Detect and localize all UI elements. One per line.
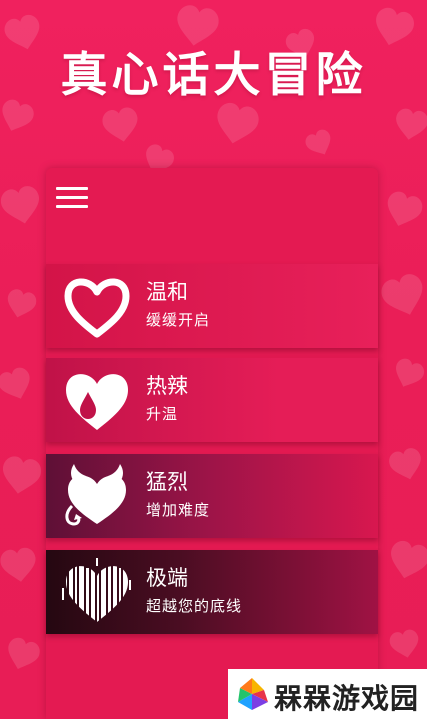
level-name: 热辣 — [146, 374, 188, 398]
level-item-fierce[interactable]: 猛烈 增加难度 — [46, 454, 378, 538]
glitch-heart-icon — [62, 558, 131, 622]
heart-outline-icon — [64, 278, 130, 338]
heart-drop-icon — [66, 374, 128, 430]
level-desc: 超越您的底线 — [146, 597, 243, 615]
level-name: 极端 — [146, 566, 188, 590]
level-desc: 缓缓开启 — [146, 311, 211, 329]
level-item-hot[interactable]: 热辣 升温 — [46, 358, 378, 442]
watermark-text: 槑槑游戏园 — [274, 682, 420, 715]
devil-heart-icon — [65, 464, 126, 526]
app-title: 真心话大冒险 — [60, 48, 367, 103]
level-name: 温和 — [146, 280, 188, 304]
watermark-badge: 槑槑游戏园 — [228, 669, 427, 719]
level-desc: 增加难度 — [146, 501, 211, 519]
level-name: 猛烈 — [146, 470, 188, 494]
level-desc: 升温 — [146, 405, 179, 423]
level-item-mild[interactable]: 温和 缓缓开启 — [46, 264, 378, 348]
level-item-extreme[interactable]: 极端 超越您的底线 — [46, 550, 378, 634]
watermark-logo-icon — [238, 678, 268, 710]
level-panel: 温和 缓缓开启 热辣 升温 猛烈 增加难度 极端 超越您的底线 — [46, 168, 378, 719]
hamburger-icon[interactable] — [56, 184, 88, 210]
